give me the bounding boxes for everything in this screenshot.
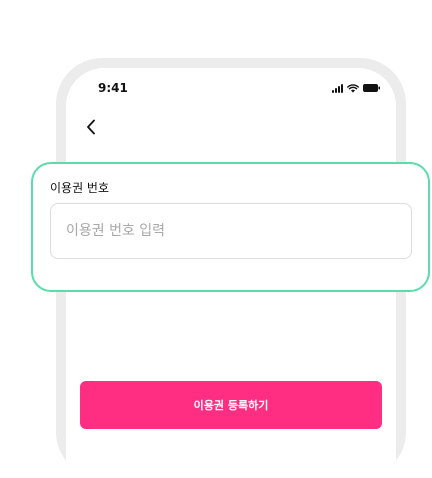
signal-icon [332, 83, 343, 93]
back-button[interactable] [80, 116, 102, 138]
pass-number-section: 이용권 번호 [31, 162, 430, 292]
status-time: 9:41 [98, 81, 128, 95]
pass-number-input[interactable] [50, 203, 412, 259]
battery-icon [363, 84, 380, 92]
wifi-icon [347, 83, 359, 93]
register-pass-button[interactable]: 이용권 등록하기 [80, 381, 382, 429]
pass-number-label: 이용권 번호 [50, 181, 110, 195]
status-icons [332, 83, 380, 93]
chevron-left-icon [87, 119, 95, 135]
